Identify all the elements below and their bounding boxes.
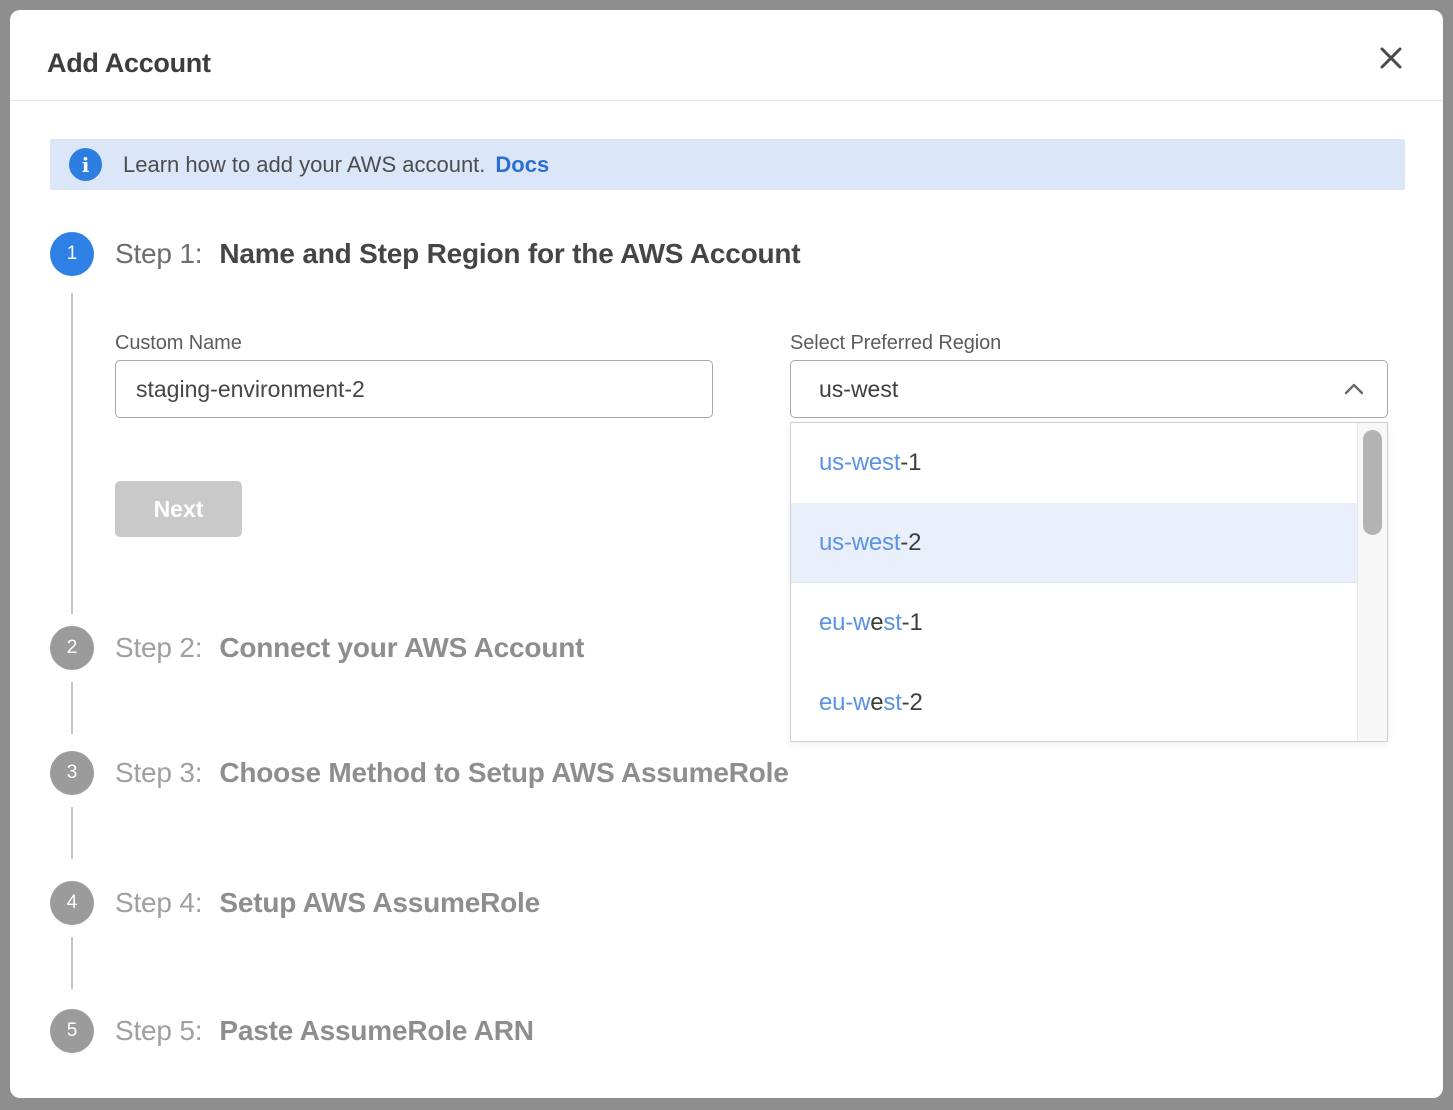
info-banner: i Learn how to add your AWS account. Doc…	[50, 139, 1405, 190]
info-icon: i	[69, 148, 102, 181]
chevron-up-icon	[1341, 376, 1367, 402]
region-select-value: us-west	[819, 376, 898, 403]
add-account-modal: Add Account i Learn how to add your AWS …	[10, 10, 1443, 1098]
region-option[interactable]: us-west-1	[791, 423, 1357, 503]
region-dropdown-panel: us-west-1us-west-2eu-west-1eu-west-2	[790, 422, 1388, 742]
region-option[interactable]: eu-west-2	[791, 663, 1357, 741]
step-connector	[71, 682, 73, 734]
step-3-prefix: Step 3:	[115, 757, 202, 789]
region-dropdown-list: us-west-1us-west-2eu-west-1eu-west-2	[791, 423, 1357, 741]
region-select[interactable]: us-west	[790, 360, 1388, 418]
close-icon	[1378, 45, 1404, 71]
region-option[interactable]: us-west-2	[791, 503, 1357, 583]
step-2-title: Connect your AWS Account	[219, 632, 584, 664]
step-3-title: Choose Method to Setup AWS AssumeRole	[219, 757, 788, 789]
header-divider	[10, 100, 1443, 101]
step-1-title: Name and Step Region for the AWS Account	[219, 238, 800, 270]
dropdown-scrollbar-track[interactable]	[1357, 423, 1387, 741]
step-1-header: 1 Step 1: Name and Step Region for the A…	[50, 232, 800, 276]
custom-name-input[interactable]	[115, 360, 713, 418]
step-3-header: 3 Step 3: Choose Method to Setup AWS Ass…	[50, 751, 789, 795]
step-connector	[71, 937, 73, 989]
page-title: Add Account	[47, 50, 211, 77]
step-connector	[71, 807, 73, 859]
step-connector	[71, 293, 73, 614]
step-2-header: 2 Step 2: Connect your AWS Account	[50, 626, 584, 670]
docs-link[interactable]: Docs	[495, 152, 549, 178]
region-label: Select Preferred Region	[790, 332, 1001, 355]
step-1-prefix: Step 1:	[115, 238, 202, 270]
dropdown-scrollbar-thumb[interactable]	[1363, 430, 1382, 535]
step-4-prefix: Step 4:	[115, 887, 202, 919]
step-5-header: 5 Step 5: Paste AssumeRole ARN	[50, 1009, 534, 1053]
step-5-badge: 5	[50, 1009, 94, 1053]
step-2-prefix: Step 2:	[115, 632, 202, 664]
step-4-title: Setup AWS AssumeRole	[219, 887, 540, 919]
region-option[interactable]: eu-west-1	[791, 583, 1357, 663]
close-button[interactable]	[1371, 38, 1411, 78]
step-5-prefix: Step 5:	[115, 1015, 202, 1047]
step-4-badge: 4	[50, 881, 94, 925]
banner-text: Learn how to add your AWS account.	[123, 152, 485, 178]
custom-name-label: Custom Name	[115, 332, 242, 355]
step-2-badge: 2	[50, 626, 94, 670]
next-button[interactable]: Next	[115, 481, 242, 537]
step-5-title: Paste AssumeRole ARN	[219, 1015, 533, 1047]
step-1-badge: 1	[50, 232, 94, 276]
step-3-badge: 3	[50, 751, 94, 795]
step-4-header: 4 Step 4: Setup AWS AssumeRole	[50, 881, 540, 925]
